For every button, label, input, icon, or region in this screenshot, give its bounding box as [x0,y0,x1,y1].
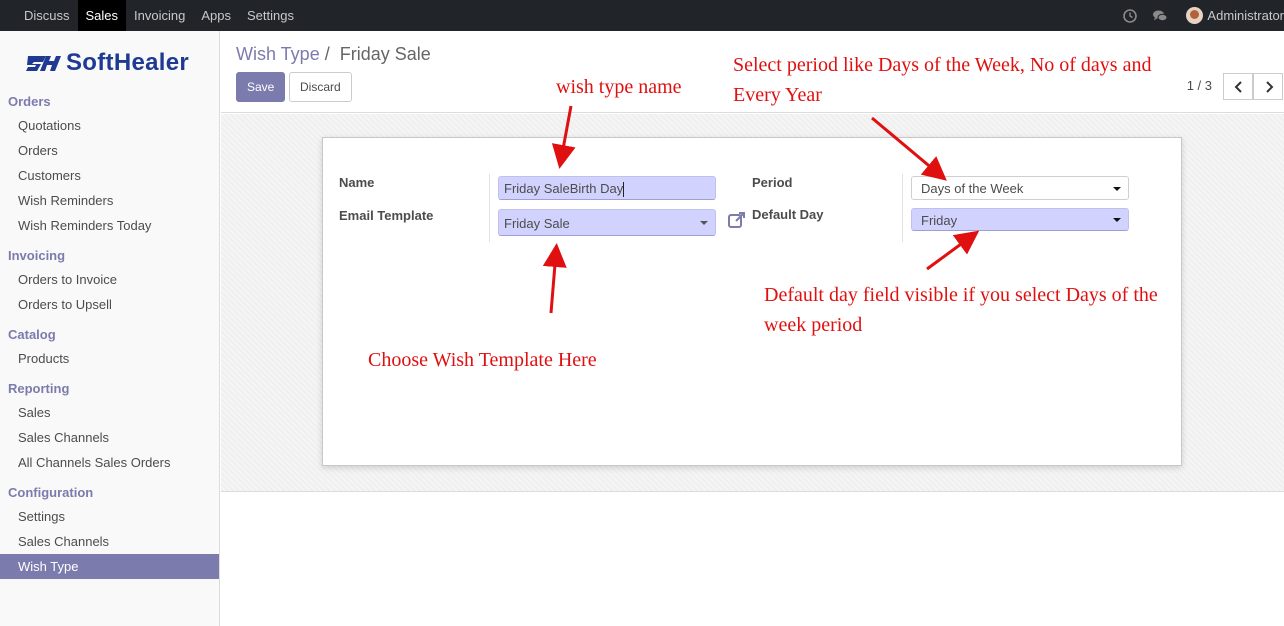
breadcrumb-parent[interactable]: Wish Type [236,44,320,64]
pager-previous-button[interactable] [1223,73,1253,100]
name-input[interactable]: Friday SaleBirth Day [498,176,716,200]
menu-apps[interactable]: Apps [193,0,239,31]
sidebar-item-orders[interactable]: Orders [0,138,219,163]
email-template-label: Email Template [339,208,434,223]
email-template-select[interactable]: Friday Sale [498,209,716,236]
top-navbar: Discuss Sales Invoicing Apps Settings Ad… [0,0,1284,31]
annotation-select-period-line1: Select period like Days of the Week, No … [733,54,1152,76]
save-button[interactable]: Save [236,72,286,102]
email-template-value: Friday Sale [504,216,570,231]
systray: Administrator [1122,0,1284,31]
activity-clock-icon[interactable] [1122,8,1138,24]
chevron-right-icon [1266,81,1274,93]
avatar [1186,7,1204,24]
menu-sales[interactable]: Sales [77,0,127,31]
sidebar-item-orders-to-invoice[interactable]: Orders to Invoice [0,267,219,292]
annotation-default-day-line2: week period [764,314,863,336]
period-value: Days of the Week [921,181,1024,196]
sidebar-section-orders: Orders [8,94,51,109]
name-label: Name [339,175,375,190]
dropdown-caret-icon [1113,218,1121,222]
chat-bubbles-icon[interactable] [1152,8,1168,24]
menu-discuss[interactable]: Discuss [16,0,78,31]
breadcrumb-current: Friday Sale [339,44,431,64]
sidebar-item-wish-reminders[interactable]: Wish Reminders [0,188,219,213]
user-name: Administrator [1207,8,1284,23]
name-input-value: Friday SaleBirth Day [504,181,624,196]
period-label: Period [752,175,793,190]
menu-invoicing[interactable]: Invoicing [126,0,193,31]
company-logo: SoftHealer [26,49,196,77]
logo-text: SoftHealer [66,49,190,76]
breadcrumb-separator: / [324,44,330,64]
softhealer-logo-mark-icon [26,56,61,71]
discard-button[interactable]: Discard [289,72,352,102]
sidebar-item-config-sales-channels[interactable]: Sales Channels [0,529,219,554]
sidebar-item-customers[interactable]: Customers [0,163,219,188]
column-separator [489,174,490,242]
sidebar-section-reporting: Reporting [8,381,70,396]
annotation-default-day-line1: Default day field visible if you select … [764,284,1158,306]
column-separator-right [902,174,903,242]
default-day-select[interactable]: Friday [911,208,1129,231]
sidebar-section-catalog: Catalog [8,327,56,342]
default-day-label: Default Day [752,207,824,222]
default-day-value: Friday [921,213,958,228]
period-select[interactable]: Days of the Week [911,176,1129,200]
sidebar: SoftHealer Orders Quotations Orders Cust… [0,31,220,626]
menu-settings[interactable]: Settings [239,0,302,31]
dropdown-caret-icon [1113,187,1121,191]
sidebar-item-settings[interactable]: Settings [0,504,219,529]
sidebar-item-sales[interactable]: Sales [0,400,219,425]
sidebar-item-products[interactable]: Products [0,346,219,371]
chevron-left-icon [1234,81,1242,93]
breadcrumb: Wish Type / Friday Sale [236,44,431,65]
text-cursor [623,182,625,198]
sidebar-item-wish-type[interactable]: Wish Type [0,554,219,579]
sidebar-section-configuration: Configuration [8,485,94,500]
sidebar-item-sales-channels[interactable]: Sales Channels [0,425,219,450]
annotation-wish-type-name: wish type name [556,76,682,98]
sidebar-item-wish-reminders-today[interactable]: Wish Reminders Today [0,213,219,238]
sidebar-item-orders-to-upsell[interactable]: Orders to Upsell [0,292,219,317]
pager-next-button[interactable] [1253,73,1283,100]
sidebar-section-invoicing: Invoicing [8,248,66,263]
app-menu: Discuss Sales Invoicing Apps Settings [16,0,302,31]
external-link-icon[interactable] [727,210,747,230]
annotation-choose-template: Choose Wish Template Here [368,349,597,371]
sidebar-item-all-channels-sales-orders[interactable]: All Channels Sales Orders [0,450,219,475]
user-menu[interactable]: Administrator [1186,7,1284,24]
pager-value: 1 / 3 [1186,78,1212,93]
sidebar-item-quotations[interactable]: Quotations [0,113,219,138]
annotation-select-period-line2: Every Year [733,84,822,106]
dropdown-caret-icon [700,221,708,225]
